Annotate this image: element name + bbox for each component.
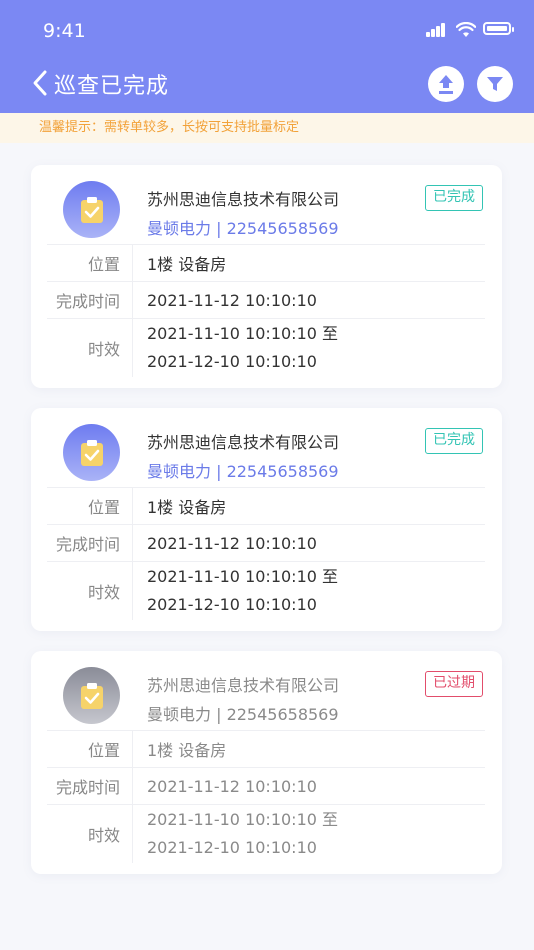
status-badge: 已完成 <box>425 185 483 211</box>
task-avatar <box>63 667 120 724</box>
validity-value: 2021-11-10 10:10:10 至 2021-12-10 10:10:1… <box>147 805 338 863</box>
validity-row: 时效 2021-11-10 10:10:10 至 2021-12-10 10:1… <box>47 318 485 377</box>
status-badge: 已完成 <box>425 428 483 454</box>
validity-label: 时效 <box>47 562 133 620</box>
upload-icon <box>439 75 453 94</box>
detail-rows: 位置 1楼 设备房 完成时间 2021-11-12 10:10:10 时效 20… <box>47 730 485 863</box>
complete-time-row: 完成时间 2021-11-12 10:10:10 <box>47 281 485 318</box>
contact-info: 曼顿电力 | 22545658569 <box>147 705 339 724</box>
upload-button[interactable] <box>428 66 464 102</box>
validity-end: 2021-12-10 10:10:10 <box>147 352 317 371</box>
validity-value: 2021-11-10 10:10:10 至 2021-12-10 10:10:1… <box>147 319 338 377</box>
complete-time-value: 2021-11-12 10:10:10 <box>147 533 317 553</box>
page-title: 巡查已完成 <box>54 74 170 99</box>
filter-icon <box>487 77 503 91</box>
validity-end: 2021-12-10 10:10:10 <box>147 838 317 857</box>
location-value: 1楼 设备房 <box>147 255 227 274</box>
status-badge: 已过期 <box>425 671 483 697</box>
back-chevron-icon[interactable] <box>30 68 50 98</box>
clipboard-check-icon <box>80 682 103 709</box>
filter-button[interactable] <box>477 66 513 102</box>
wifi-icon <box>456 22 476 37</box>
clipboard-check-icon <box>80 439 103 466</box>
complete-time-label: 完成时间 <box>47 282 133 318</box>
validity-row: 时效 2021-11-10 10:10:10 至 2021-12-10 10:1… <box>47 804 485 863</box>
company-name: 苏州思迪信息技术有限公司 <box>147 433 340 452</box>
location-value: 1楼 设备房 <box>147 498 227 517</box>
company-name: 苏州思迪信息技术有限公司 <box>147 190 340 209</box>
validity-label: 时效 <box>47 319 133 377</box>
validity-start: 2021-11-10 10:10:10 至 <box>147 810 339 829</box>
location-label: 位置 <box>47 488 133 524</box>
validity-start: 2021-11-10 10:10:10 至 <box>147 567 339 586</box>
battery-icon <box>483 22 514 35</box>
signal-icon <box>426 23 448 37</box>
complete-time-row: 完成时间 2021-11-12 10:10:10 <box>47 767 485 804</box>
location-label: 位置 <box>47 731 133 767</box>
location-row: 位置 1楼 设备房 <box>47 730 485 767</box>
clipboard-check-icon <box>80 196 103 223</box>
detail-rows: 位置 1楼 设备房 完成时间 2021-11-12 10:10:10 时效 20… <box>47 487 485 620</box>
contact-info: 曼顿电力 | 22545658569 <box>147 219 339 238</box>
complete-time-label: 完成时间 <box>47 525 133 561</box>
validity-start: 2021-11-10 10:10:10 至 <box>147 324 339 343</box>
location-value: 1楼 设备房 <box>147 741 227 760</box>
location-label: 位置 <box>47 245 133 281</box>
location-row: 位置 1楼 设备房 <box>47 244 485 281</box>
validity-end: 2021-12-10 10:10:10 <box>147 595 317 614</box>
task-card[interactable]: 苏州思迪信息技术有限公司 曼顿电力 | 22545658569 已过期 位置 1… <box>31 651 502 874</box>
status-time: 9:41 <box>43 20 86 42</box>
complete-time-value: 2021-11-12 10:10:10 <box>147 290 317 310</box>
complete-time-value: 2021-11-12 10:10:10 <box>147 776 317 796</box>
task-avatar <box>63 424 120 481</box>
validity-label: 时效 <box>47 805 133 863</box>
company-name: 苏州思迪信息技术有限公司 <box>147 676 340 695</box>
location-row: 位置 1楼 设备房 <box>47 487 485 524</box>
complete-time-label: 完成时间 <box>47 768 133 804</box>
detail-rows: 位置 1楼 设备房 完成时间 2021-11-12 10:10:10 时效 20… <box>47 244 485 377</box>
header: 9:41 巡查已完成 <box>0 0 534 113</box>
task-card[interactable]: 苏州思迪信息技术有限公司 曼顿电力 | 22545658569 已完成 位置 1… <box>31 165 502 388</box>
validity-value: 2021-11-10 10:10:10 至 2021-12-10 10:10:1… <box>147 562 338 620</box>
contact-info: 曼顿电力 | 22545658569 <box>147 462 339 481</box>
task-avatar <box>63 181 120 238</box>
complete-time-row: 完成时间 2021-11-12 10:10:10 <box>47 524 485 561</box>
status-icons <box>426 20 514 40</box>
tip-banner: 温馨提示：需转单较多，长按可支持批量标定 <box>0 113 534 143</box>
task-card[interactable]: 苏州思迪信息技术有限公司 曼顿电力 | 22545658569 已完成 位置 1… <box>31 408 502 631</box>
validity-row: 时效 2021-11-10 10:10:10 至 2021-12-10 10:1… <box>47 561 485 620</box>
